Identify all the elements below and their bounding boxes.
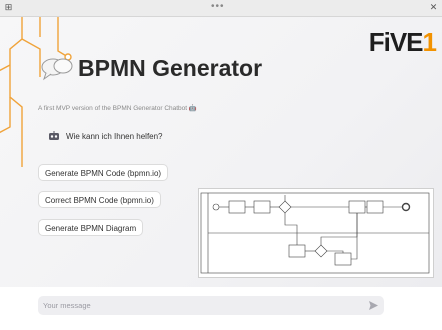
composer-area bbox=[0, 287, 442, 330]
generate-bpmn-code-button[interactable]: Generate BPMN Code (bpmn.io) bbox=[38, 164, 169, 181]
window-titlebar: ⊞ ••• ✕ bbox=[0, 0, 442, 17]
bpmn-diagram-graphic bbox=[200, 192, 430, 274]
five1-logo: FiVE1 bbox=[368, 27, 438, 58]
send-icon[interactable] bbox=[368, 300, 379, 311]
generate-bpmn-diagram-button[interactable]: Generate BPMN Diagram bbox=[38, 219, 144, 236]
app-main: FiVE1 BPMN Generator A first MVP version… bbox=[0, 17, 442, 287]
correct-bpmn-code-button[interactable]: Correct BPMN Code (bpmn.io) bbox=[38, 191, 161, 208]
page-title: BPMN Generator bbox=[78, 55, 263, 81]
logo-accent-text: 1 bbox=[422, 27, 438, 57]
bpmn-diagram-image bbox=[198, 188, 434, 278]
window-pin-icon[interactable]: ⊞ bbox=[3, 2, 14, 13]
assistant-message: Wie kann ich Ihnen helfen? bbox=[48, 131, 163, 141]
message-input-container[interactable] bbox=[38, 296, 384, 315]
page-header: BPMN Generator bbox=[40, 55, 262, 82]
assistant-message-text: Wie kann ich Ihnen helfen? bbox=[66, 131, 163, 141]
logo-text: FiVE bbox=[368, 27, 424, 57]
message-input[interactable] bbox=[38, 296, 363, 315]
robot-avatar-icon bbox=[49, 131, 59, 140]
chat-bubbles-icon bbox=[41, 58, 73, 80]
page-subtitle: A first MVP version of the BPMN Generato… bbox=[38, 105, 197, 112]
window-menu-dots-icon[interactable]: ••• bbox=[211, 1, 225, 12]
window-close-icon[interactable]: ✕ bbox=[428, 2, 439, 13]
